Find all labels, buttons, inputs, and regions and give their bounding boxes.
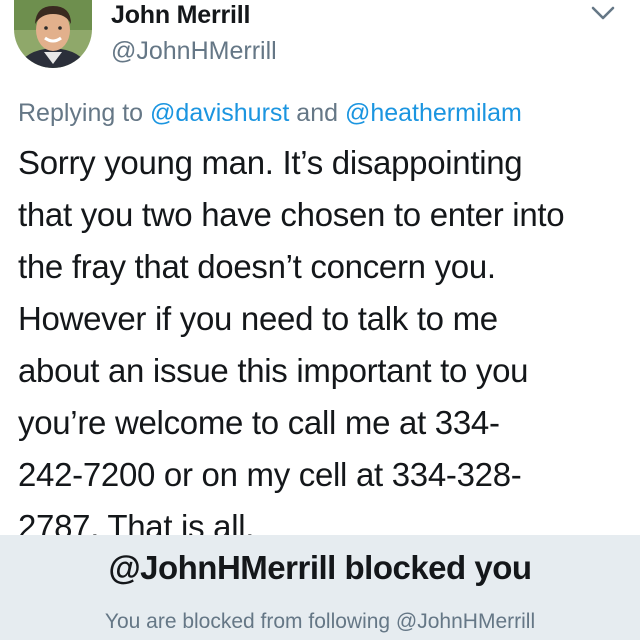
tweet-line: the fray that doesn’t concern you. [18,248,496,285]
mention-heathermilam[interactable]: @heathermilam [345,99,522,127]
tweet-line: about an issue this important to you [18,352,529,389]
replying-to: Replying to @davishurst and @heathermila… [18,98,522,128]
tweet-line: that you two have chosen to enter into [18,196,565,233]
replying-prefix: Replying to [18,99,151,127]
blocked-banner: @JohnHMerrill blocked you You are blocke… [0,535,640,640]
tweet-line: However if you need to talk to me [18,300,498,337]
tweet-line: 242-7200 or on my cell at 334-328- [18,456,522,493]
tweet-text: Sorry young man. It’s disappointing that… [18,137,628,553]
chevron-down-icon[interactable] [591,4,615,22]
avatar[interactable] [14,0,92,68]
blocked-title: @JohnHMerrill blocked you [108,549,532,586]
replying-conjunction: and [289,99,345,127]
tweet-line: Sorry young man. It’s disappointing [18,144,523,181]
display-name[interactable]: John Merrill [111,0,250,30]
mention-davishurst[interactable]: @davishurst [150,99,289,127]
user-handle[interactable]: @JohnHMerrill [111,36,277,66]
tweet-line: you’re welcome to call me at 334- [18,404,500,441]
blocked-subtitle: You are blocked from following @JohnHMer… [104,610,536,633]
